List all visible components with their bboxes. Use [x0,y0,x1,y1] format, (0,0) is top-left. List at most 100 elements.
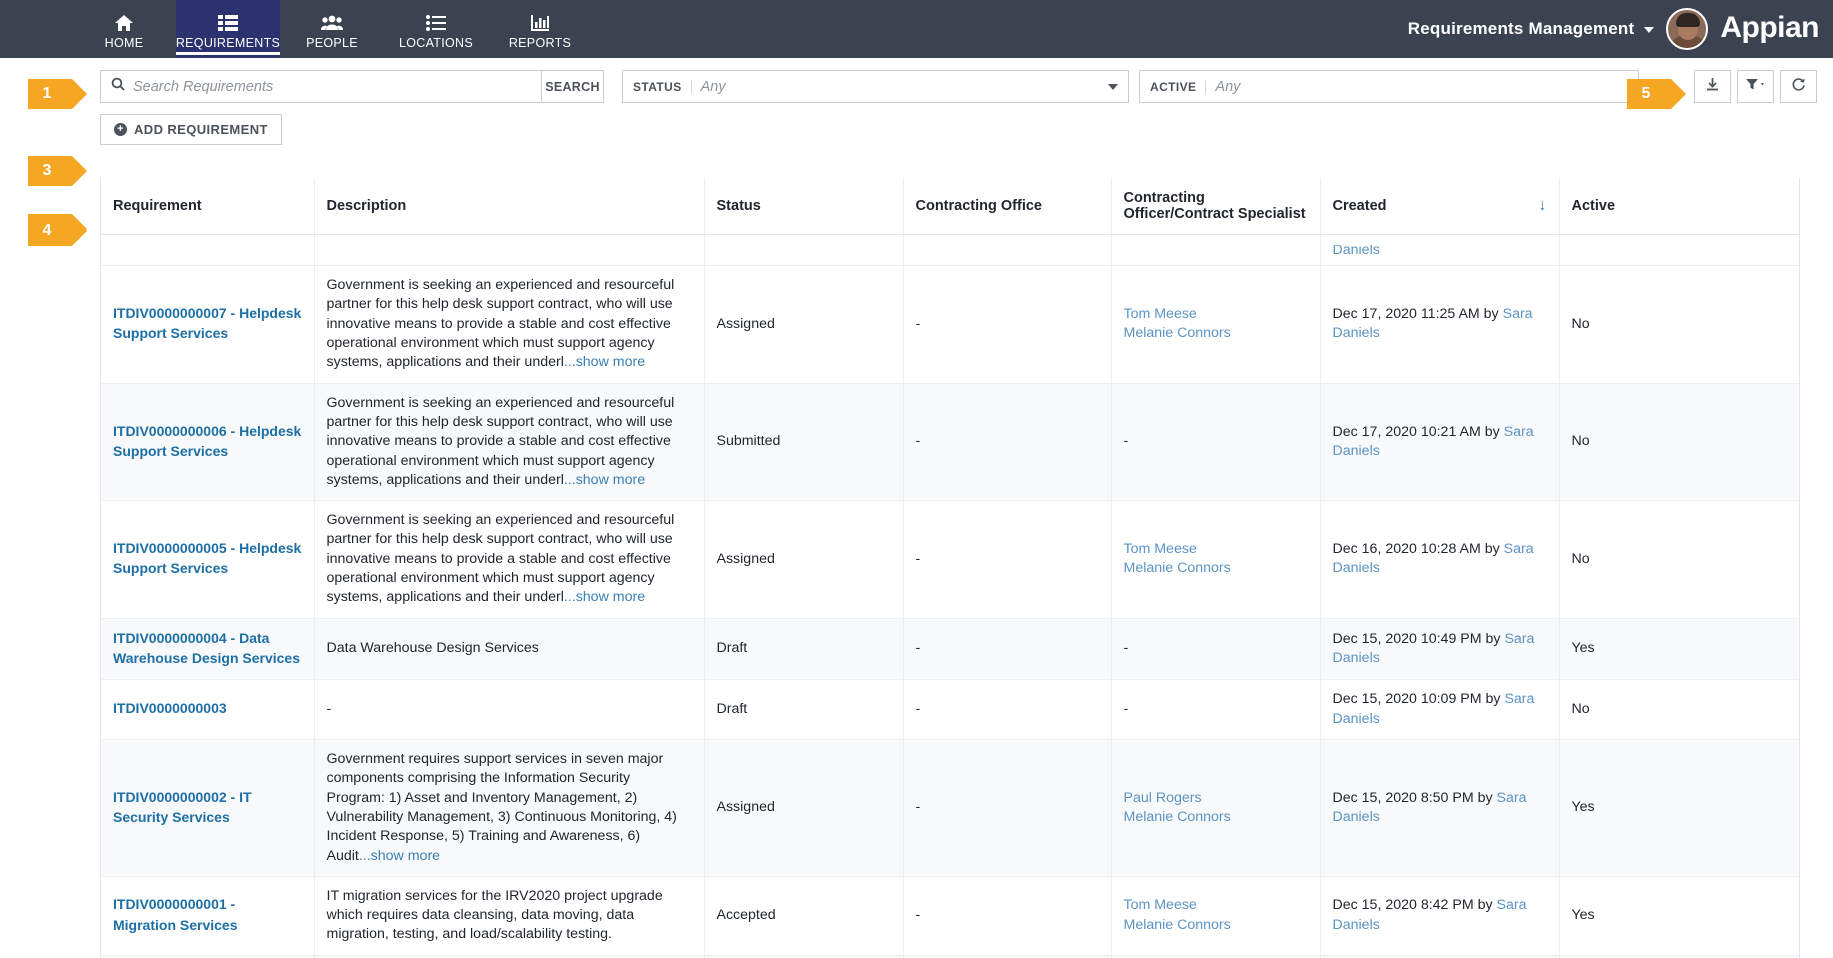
show-more-link[interactable]: ...show more [564,354,645,370]
person-link[interactable]: Paul Rogers [1124,789,1308,808]
search-button[interactable]: SEARCH [542,70,604,103]
add-requirement-button[interactable]: + ADD REQUIREMENT [100,114,282,145]
table-row[interactable]: ITDIV0000000001 - Migration Services IT m… [101,876,1799,956]
column-header-contracting-office[interactable]: Contracting Office [903,178,1112,235]
nav-item-requirements[interactable]: REQUIREMENTS [175,0,281,58]
requirement-link[interactable]: ITDIV0000000005 - Helpdesk Support Servi… [113,540,301,576]
cell-status: Draft [704,679,904,740]
person-link[interactable]: Tom Meese [1124,896,1308,915]
cell-description: Government is seeking an experienced and… [314,265,705,384]
cell-status: Assigned [704,739,904,877]
cell-description: Government is seeking an experienced and… [314,383,705,502]
appian-logo: Appian [1720,11,1819,44]
avatar[interactable] [1666,8,1709,50]
cell-contracting-office: - [903,500,1112,619]
refresh-button[interactable] [1780,70,1817,103]
bar-chart-icon [530,13,550,33]
active-filter-dropdown[interactable]: ACTIVE Any [1139,70,1639,103]
requirements-table: Requirement Description Status Contracti… [101,178,1799,958]
cell-created: Dec 15, 2020 8:42 PM by Sara Daniels [1320,876,1560,956]
show-more-link[interactable]: ...show more [359,848,440,864]
person-link[interactable]: Tom Meese [1124,540,1308,559]
person-link[interactable]: Tom Meese [1124,305,1308,324]
cell-active: Yes [1559,739,1799,877]
requirement-link[interactable]: ITDIV0000000006 - Helpdesk Support Servi… [113,423,301,459]
column-header-status[interactable]: Status [704,178,904,235]
person-link[interactable]: Melanie Connors [1124,324,1308,343]
table-row[interactable]: ITDIV0000000006 - Helpdesk Support Servi… [101,383,1799,502]
person-link[interactable]: Melanie Connors [1124,559,1308,578]
cell-active: No [1559,383,1799,502]
refresh-icon [1791,77,1806,97]
cell-requirement: ITDIV0000000003 [101,679,315,740]
cell-status: Assigned [704,265,904,384]
status-filter-dropdown[interactable]: STATUS Any [622,70,1129,103]
requirements-grid[interactable]: Requirement Description Status Contracti… [100,178,1800,958]
avatar-hair [1676,13,1701,27]
cell-created: Dec 15, 2020 8:50 PM by Sara Daniels [1320,739,1560,877]
plus-circle-icon: + [114,123,127,136]
requirement-link[interactable]: ITDIV0000000002 - IT Security Services [113,789,252,825]
callout-badge-1: 1 [28,79,87,109]
nav-items: HOME REQUIREMENTS PEOPLE LOCATIONS REPOR… [72,0,592,58]
column-header-contracting-officer[interactable]: Contracting Officer/Contract Specialist [1111,178,1321,235]
list-icon [426,13,446,33]
search-group: Search Requirements SEARCH [100,70,604,103]
column-header-active[interactable]: Active [1559,178,1799,235]
sort-descending-icon: ↓ [1538,197,1547,214]
column-header-requirement[interactable]: Requirement [101,178,315,235]
cell-created: Dec 17, 2020 10:21 AM by Sara Daniels [1320,383,1560,502]
home-icon [114,13,134,33]
grid-action-buttons [1688,70,1817,103]
export-download-button[interactable] [1694,70,1731,103]
table-row[interactable]: ITDIV0000000005 - Helpdesk Support Servi… [101,500,1799,619]
cell-active: Yes [1559,876,1799,956]
cell-contracting-officer: Tom Meese Melanie Connors [1111,876,1321,956]
person-link[interactable]: Melanie Connors [1124,808,1308,827]
cell-description: IT migration services for the IRV2020 pr… [314,876,705,956]
nav-item-reports[interactable]: REPORTS [488,0,592,58]
cell-requirement [101,234,315,266]
cell-active: No [1559,265,1799,384]
nav-item-home[interactable]: HOME [72,0,176,58]
nav-item-home-label: HOME [104,35,144,50]
cell-status [704,234,904,266]
search-icon [111,77,125,96]
show-more-link[interactable]: ...show more [564,589,645,605]
cell-contracting-office [903,234,1112,266]
nav-item-locations-label: LOCATIONS [398,35,473,50]
table-row[interactable]: ITDIV0000000002 - IT Security Services Go… [101,739,1799,877]
person-link[interactable]: Melanie Connors [1124,916,1308,935]
column-header-description[interactable]: Description [314,178,705,235]
description-text: IT migration services for the IRV2020 pr… [326,887,663,943]
search-input[interactable]: Search Requirements [100,70,542,103]
cell-description: Data Warehouse Design Services [314,618,705,681]
cell-description: Government requires support services in … [314,739,705,877]
requirement-link[interactable]: ITDIV0000000004 - Data Warehouse Design … [113,630,300,666]
status-filter-value: Any [700,78,726,95]
callout-badge-3: 3 [28,156,87,186]
created-timestamp: Dec 17, 2020 10:21 AM by [1332,423,1504,440]
cell-contracting-office: - [903,618,1112,681]
app-title-label: Requirements Management [1407,19,1635,38]
requirement-link[interactable]: ITDIV0000000007 - Helpdesk Support Servi… [113,305,301,341]
table-row[interactable]: ITDIV0000000003- Draft - - Dec 15, 2020 10:0… [101,679,1799,740]
show-more-link[interactable]: ...show more [564,472,645,488]
funnel-icon [1745,77,1767,97]
requirement-link[interactable]: ITDIV0000000003 [113,700,227,716]
nav-item-people[interactable]: PEOPLE [280,0,384,58]
active-filter-value: Any [1215,78,1241,95]
table-row[interactable]: ITDIV0000000007 - Helpdesk Support Servi… [101,265,1799,384]
app-title-menu[interactable]: Requirements Management [1408,19,1655,39]
filter-button[interactable] [1737,70,1774,103]
cell-contracting-officer: Tom Meese Melanie Connors [1111,265,1321,384]
cell-description: Government is seeking an experienced and… [314,500,705,619]
cell-contracting-officer: - [1111,618,1321,681]
table-row[interactable]: ITDIV0000000004 - Data Warehouse Design … [101,618,1799,681]
requirement-link[interactable]: ITDIV0000000001 - Migration Services [113,896,238,932]
cell-active: Yes [1559,618,1799,681]
search-input-placeholder: Search Requirements [133,78,274,95]
cell-description: - [314,679,705,740]
nav-item-locations[interactable]: LOCATIONS [384,0,488,58]
column-header-created[interactable]: Created ↓ [1320,178,1560,235]
